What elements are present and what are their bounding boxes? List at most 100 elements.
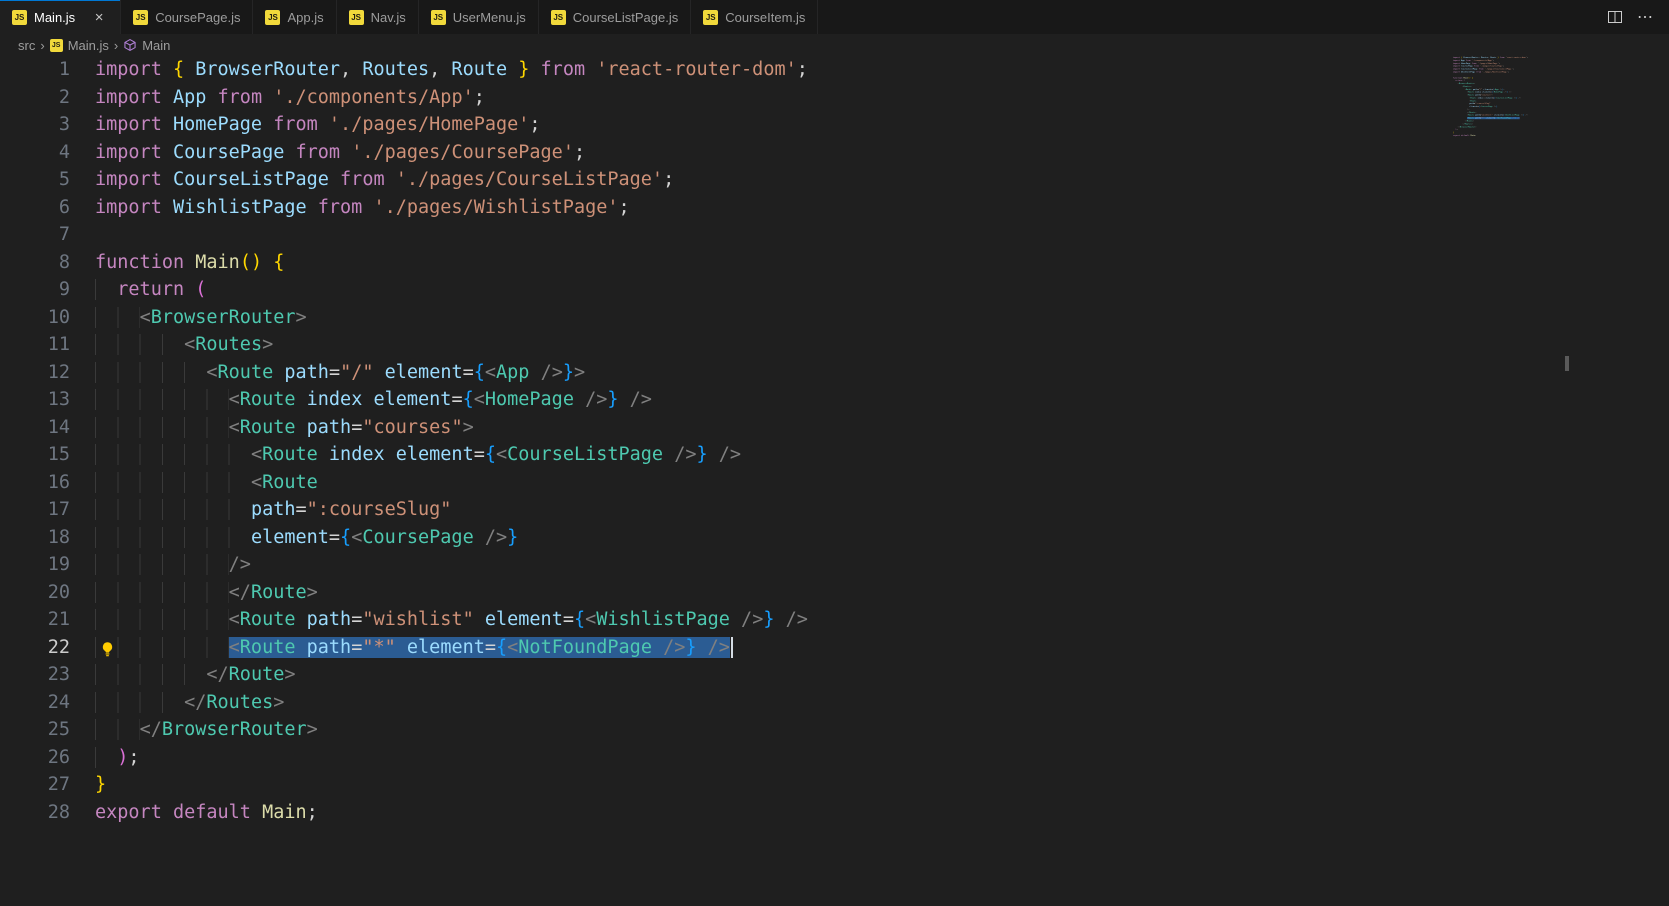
code-line-12[interactable]: 12 <Route path="/" element={<App />}> <box>0 359 1669 387</box>
indent-whitespace <box>95 306 140 328</box>
code-line-5[interactable]: 5 import CourseListPage from './pages/Cou… <box>0 166 1669 194</box>
tab-coursepage-js[interactable]: JS CoursePage.js <box>121 0 254 34</box>
split-editor-button[interactable] <box>1601 4 1629 30</box>
tab-courselistpage-js[interactable]: JS CourseListPage.js <box>538 0 692 34</box>
line-number[interactable]: 10 <box>0 304 70 332</box>
tab-main-js[interactable]: JS Main.js × <box>0 0 122 34</box>
tab-app-js[interactable]: JS App.js <box>253 0 337 34</box>
code-token: = <box>351 609 363 630</box>
js-file-icon: JS <box>550 9 566 25</box>
line-number[interactable]: 19 <box>0 551 70 579</box>
code-line-11[interactable]: 11 <Routes> <box>0 331 1669 359</box>
tab-usermenu-js[interactable]: JS UserMenu.js <box>418 0 539 34</box>
code-token: "*" <box>362 636 396 658</box>
code-token: Route <box>262 471 318 493</box>
code-line-24[interactable]: 24 </Routes> <box>0 689 1669 717</box>
line-number[interactable]: 12 <box>0 359 70 387</box>
code-line-25[interactable]: 25 </BrowserRouter> <box>0 716 1669 744</box>
line-number[interactable]: 13 <box>0 386 70 414</box>
code-line-2[interactable]: 2 import App from './components/App'; <box>0 84 1669 112</box>
line-content: import CourseListPage from './pages/Cour… <box>95 166 674 194</box>
code-token: './pages/CoursePage' <box>340 141 574 163</box>
tab-courseitem-js[interactable]: JS CourseItem.js <box>691 0 819 34</box>
code-line-7[interactable]: 7 <box>0 221 1669 249</box>
line-number[interactable]: 15 <box>0 441 70 469</box>
line-number[interactable]: 1 <box>0 56 70 84</box>
code-token: Route <box>440 59 508 80</box>
code-line-6[interactable]: 6 import WishlistPage from './pages/Wishl… <box>0 194 1669 222</box>
line-number[interactable]: 26 <box>0 744 70 772</box>
breadcrumb-label: Main.js <box>67 37 109 53</box>
code-token: CourseListPage <box>161 169 329 190</box>
code-line-27[interactable]: 27} <box>0 771 1669 799</box>
line-number[interactable]: 16 <box>0 469 70 497</box>
line-content: <Route <box>95 469 318 497</box>
code-line-8[interactable]: 8 function Main() { <box>0 249 1669 277</box>
code-line-20[interactable]: 20 </Route> <box>0 579 1669 607</box>
line-number[interactable]: 21 <box>0 606 70 634</box>
code-token: /> <box>473 526 508 548</box>
code-line-23[interactable]: 23 </Route> <box>0 661 1669 689</box>
line-number[interactable]: 24 <box>0 689 70 717</box>
line-number[interactable]: 11 <box>0 331 70 359</box>
line-content: import App from './components/App'; <box>95 84 485 112</box>
tab-nav-js[interactable]: JS Nav.js <box>336 0 419 34</box>
code-token: WishlistPage <box>596 609 730 630</box>
tab-label: UserMenu.js <box>452 9 526 25</box>
breadcrumb-item-src[interactable]: src <box>18 38 35 53</box>
code-line-21[interactable]: 21 <Route path="wishlist" element={<Wish… <box>0 606 1669 634</box>
line-number[interactable]: 18 <box>0 524 70 552</box>
breadcrumb-separator: › <box>113 37 119 53</box>
code-token: from <box>328 169 385 190</box>
line-number[interactable]: 7 <box>0 221 70 249</box>
lightbulb-icon[interactable] <box>99 639 116 656</box>
code-line-19[interactable]: 19 /> <box>0 551 1669 579</box>
code-lines: 1 import { BrowserRouter, Routes, Route }… <box>0 56 1669 826</box>
glyph-margin <box>70 221 95 249</box>
line-number[interactable]: 27 <box>0 771 70 799</box>
code-line-16[interactable]: 16 <Route <box>0 469 1669 497</box>
code-token: ; <box>573 141 586 163</box>
code-line-15[interactable]: 15 <Route index element={<CourseListPage… <box>0 441 1669 469</box>
code-token: Route <box>228 664 285 685</box>
glyph-margin <box>70 661 95 689</box>
breadcrumb-item-main[interactable]: Main <box>123 38 170 53</box>
code-line-3[interactable]: 3 import HomePage from './pages/HomePage'… <box>0 111 1669 139</box>
line-number[interactable]: 25 <box>0 716 70 744</box>
line-number[interactable]: 5 <box>0 166 70 194</box>
line-number[interactable]: 22 <box>0 634 70 662</box>
minimap[interactable]: import { BrowserRouter, Routes, Route } … <box>1453 56 1573 186</box>
line-number[interactable]: 4 <box>0 139 70 167</box>
line-number[interactable]: 23 <box>0 661 70 689</box>
code-token: Route <box>239 636 296 658</box>
code-line-22[interactable]: 22 <Route path="*" element={<NotFoundPag… <box>0 634 1669 662</box>
code-line-9[interactable]: 9 return ( <box>0 276 1669 304</box>
line-number[interactable]: 9 <box>0 276 70 304</box>
line-number[interactable]: 28 <box>0 799 70 827</box>
breadcrumb-item-main-js[interactable]: JS Main.js <box>49 37 109 53</box>
line-number[interactable]: 3 <box>0 111 70 139</box>
code-line-14[interactable]: 14 <Route path="courses"> <box>0 414 1669 442</box>
line-number[interactable]: 8 <box>0 249 70 277</box>
tab-close-icon[interactable]: × <box>90 8 108 26</box>
line-number[interactable]: 2 <box>0 84 70 112</box>
code-line-1[interactable]: 1 import { BrowserRouter, Routes, Route }… <box>0 56 1669 84</box>
code-line-10[interactable]: 10 <BrowserRouter> <box>0 304 1669 332</box>
code-line-17[interactable]: 17 path=":courseSlug" <box>0 496 1669 524</box>
code-line-4[interactable]: 4 import CoursePage from './pages/CourseP… <box>0 139 1669 167</box>
code-editor[interactable]: 1 import { BrowserRouter, Routes, Route }… <box>0 56 1669 906</box>
line-number[interactable]: 17 <box>0 496 70 524</box>
line-number[interactable]: 6 <box>0 194 70 222</box>
line-number[interactable]: 20 <box>0 579 70 607</box>
line-number[interactable]: 14 <box>0 414 70 442</box>
glyph-margin <box>70 771 95 799</box>
code-token: Routes <box>206 691 274 713</box>
code-line-26[interactable]: 26 ); <box>0 744 1669 772</box>
code-line-18[interactable]: 18 element={<CoursePage />} <box>0 524 1669 552</box>
code-token: } <box>95 774 107 795</box>
more-actions-button[interactable]: ⋯ <box>1631 4 1659 30</box>
code-line-13[interactable]: 13 <Route index element={<HomePage />} /… <box>0 386 1669 414</box>
code-line-28[interactable]: 28 export default Main; <box>0 799 1669 827</box>
indent-whitespace <box>95 719 140 740</box>
